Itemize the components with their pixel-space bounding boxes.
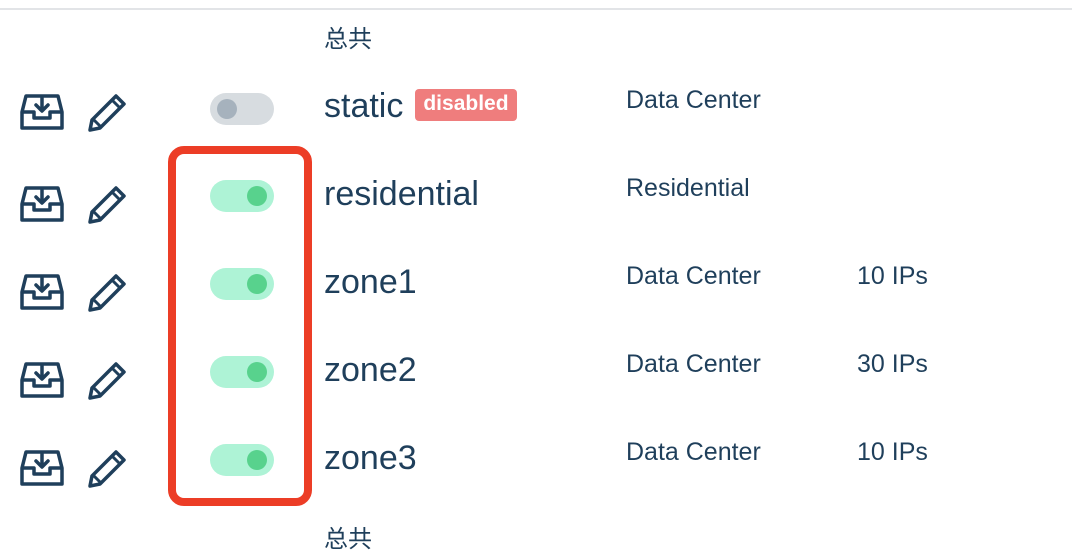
zone-type: Residential xyxy=(626,174,750,202)
pencil-icon[interactable] xyxy=(86,272,128,314)
zone-name: zone1 xyxy=(324,263,417,301)
total-label-bottom: 总共 xyxy=(324,526,372,553)
zone-name: static disabled xyxy=(324,86,517,126)
zone-ip-count: 30 IPs xyxy=(857,350,928,378)
zone-row-zone1: zone1 Data Center 10 IPs xyxy=(0,240,1090,328)
pencil-icon[interactable] xyxy=(86,360,128,402)
pencil-icon[interactable] xyxy=(86,448,128,490)
zone-toggle-zone2[interactable] xyxy=(210,356,274,388)
pencil-icon[interactable] xyxy=(86,184,128,226)
zone-name-text: static xyxy=(324,87,404,125)
toggle-knob xyxy=(217,99,237,119)
toggle-knob xyxy=(247,186,267,206)
zone-row-residential: residential Residential xyxy=(0,152,1090,240)
zone-name: residential xyxy=(324,175,479,213)
zone-type: Data Center xyxy=(626,438,761,466)
top-divider xyxy=(0,8,1072,10)
zone-ip-count: 10 IPs xyxy=(857,438,928,466)
total-label-top: 总共 xyxy=(324,26,372,53)
zone-name: zone3 xyxy=(324,439,417,477)
pencil-icon[interactable] xyxy=(86,92,128,134)
toggle-knob xyxy=(247,362,267,382)
toggle-knob xyxy=(247,274,267,294)
zone-row-zone2: zone2 Data Center 30 IPs xyxy=(0,328,1090,416)
zone-row-zone3: zone3 Data Center 10 IPs xyxy=(0,416,1090,504)
zone-name: zone2 xyxy=(324,351,417,389)
disabled-badge: disabled xyxy=(415,89,517,122)
export-icon[interactable] xyxy=(20,360,64,400)
zone-type: Data Center xyxy=(626,86,761,114)
zone-ip-count: 10 IPs xyxy=(857,262,928,290)
export-icon[interactable] xyxy=(20,184,64,224)
zone-type: Data Center xyxy=(626,350,761,378)
zone-toggle-residential[interactable] xyxy=(210,180,274,212)
zone-type: Data Center xyxy=(626,262,761,290)
export-icon[interactable] xyxy=(20,92,64,132)
zone-toggle-zone3[interactable] xyxy=(210,444,274,476)
zone-toggle-static[interactable] xyxy=(210,93,274,125)
zone-toggle-zone1[interactable] xyxy=(210,268,274,300)
zone-row-static: static disabled Data Center xyxy=(0,64,1090,152)
export-icon[interactable] xyxy=(20,272,64,312)
export-icon[interactable] xyxy=(20,448,64,488)
toggle-knob xyxy=(247,450,267,470)
